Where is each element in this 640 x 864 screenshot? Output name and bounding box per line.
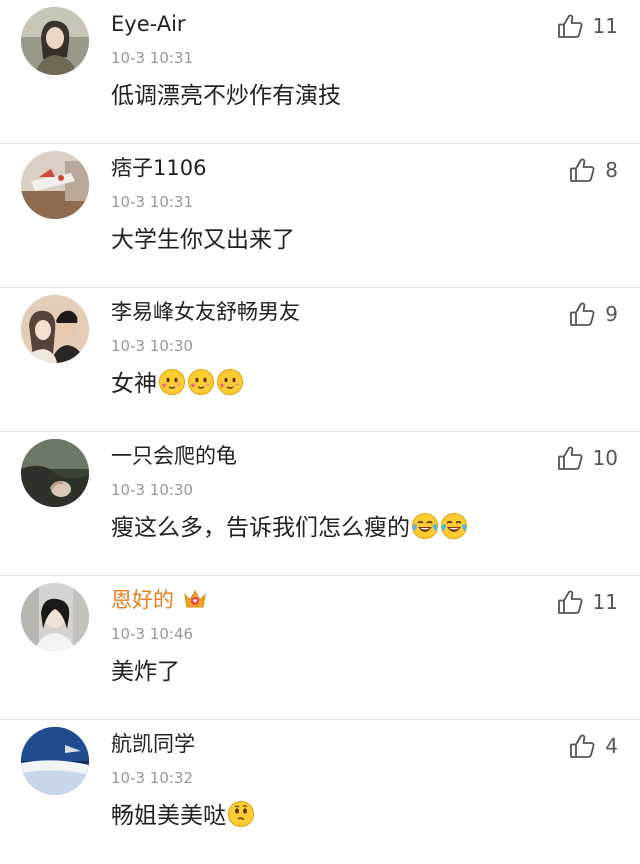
username[interactable]: Eye-Air — [111, 9, 186, 39]
timestamp: 10-3 10:46 — [111, 625, 194, 643]
comment-text: 女神 — [111, 366, 244, 402]
laugh-cry-emoji-icon — [441, 513, 467, 539]
timestamp: 10-3 10:30 — [111, 481, 194, 499]
timestamp: 10-3 10:31 — [111, 193, 194, 211]
like-button[interactable]: 10 — [556, 444, 618, 472]
like-button[interactable]: 11 — [556, 588, 618, 616]
like-button[interactable]: 8 — [568, 156, 618, 184]
avatar[interactable] — [21, 727, 89, 795]
like-count: 9 — [605, 302, 618, 326]
like-button[interactable]: 4 — [568, 732, 618, 760]
comment-list: Eye-Air 10-3 10:31 低调漂亮不炒作有演技 11 痞子1106 … — [0, 0, 640, 864]
username[interactable]: 航凯同学 — [111, 729, 195, 759]
like-button[interactable]: 11 — [556, 12, 618, 40]
thumbs-up-icon — [570, 158, 595, 182]
comment-item: 恩好的 10-3 10:46 美炸了 11 — [0, 576, 640, 720]
comment-item: 痞子1106 10-3 10:31 大学生你又出来了 8 — [0, 144, 640, 288]
thumbs-up-icon — [557, 14, 583, 38]
timestamp: 10-3 10:30 — [111, 337, 194, 355]
username[interactable]: 一只会爬的龟 — [111, 441, 237, 471]
comment-text-body: 美炸了 — [111, 659, 180, 685]
love-face-emoji-icon — [159, 369, 185, 395]
thumbs-up-icon — [570, 302, 595, 326]
comment-text: 畅姐美美哒 — [111, 798, 255, 834]
username-text: 恩好的 — [111, 588, 174, 612]
comment-text: 瘦这么多，告诉我们怎么瘦的 — [111, 510, 468, 546]
avatar[interactable] — [21, 7, 89, 75]
thinking-face-emoji-icon — [228, 801, 254, 827]
like-count: 8 — [605, 158, 618, 182]
comment-item: 航凯同学 10-3 10:32 畅姐美美哒 4 — [0, 720, 640, 864]
love-face-emoji-icon — [188, 369, 214, 395]
avatar[interactable] — [21, 439, 89, 507]
avatar[interactable] — [21, 295, 89, 363]
comment-text-body: 畅姐美美哒 — [111, 803, 226, 829]
username[interactable]: 李易峰女友舒畅男友 — [111, 297, 300, 327]
comment-item: Eye-Air 10-3 10:31 低调漂亮不炒作有演技 11 — [0, 0, 640, 144]
like-button[interactable]: 9 — [568, 300, 618, 328]
comment-text-body: 瘦这么多，告诉我们怎么瘦的 — [111, 515, 410, 541]
username[interactable]: 恩好的 — [111, 585, 208, 615]
love-face-emoji-icon — [217, 369, 243, 395]
avatar[interactable] — [21, 583, 89, 651]
comment-item: 一只会爬的龟 10-3 10:30 瘦这么多，告诉我们怎么瘦的 10 — [0, 432, 640, 576]
laugh-cry-emoji-icon — [412, 513, 438, 539]
like-count: 10 — [592, 446, 618, 470]
comment-text-body: 大学生你又出来了 — [111, 227, 295, 253]
thumbs-up-icon — [570, 734, 595, 758]
comment-text-body: 女神 — [111, 371, 157, 397]
timestamp: 10-3 10:31 — [111, 49, 194, 67]
comment-text-body: 低调漂亮不炒作有演技 — [111, 83, 341, 109]
comment-text: 低调漂亮不炒作有演技 — [111, 78, 341, 114]
comment-text: 美炸了 — [111, 654, 180, 690]
timestamp: 10-3 10:32 — [111, 769, 194, 787]
comment-item: 李易峰女友舒畅男友 10-3 10:30 女神 9 — [0, 288, 640, 432]
avatar[interactable] — [21, 151, 89, 219]
vip-crown-badge-icon — [184, 589, 206, 608]
thumbs-up-icon — [557, 590, 583, 614]
username[interactable]: 痞子1106 — [111, 153, 206, 183]
like-count: 4 — [605, 734, 618, 758]
like-count: 11 — [592, 14, 618, 38]
like-count: 11 — [592, 590, 618, 614]
thumbs-up-icon — [557, 446, 583, 470]
comment-text: 大学生你又出来了 — [111, 222, 295, 258]
